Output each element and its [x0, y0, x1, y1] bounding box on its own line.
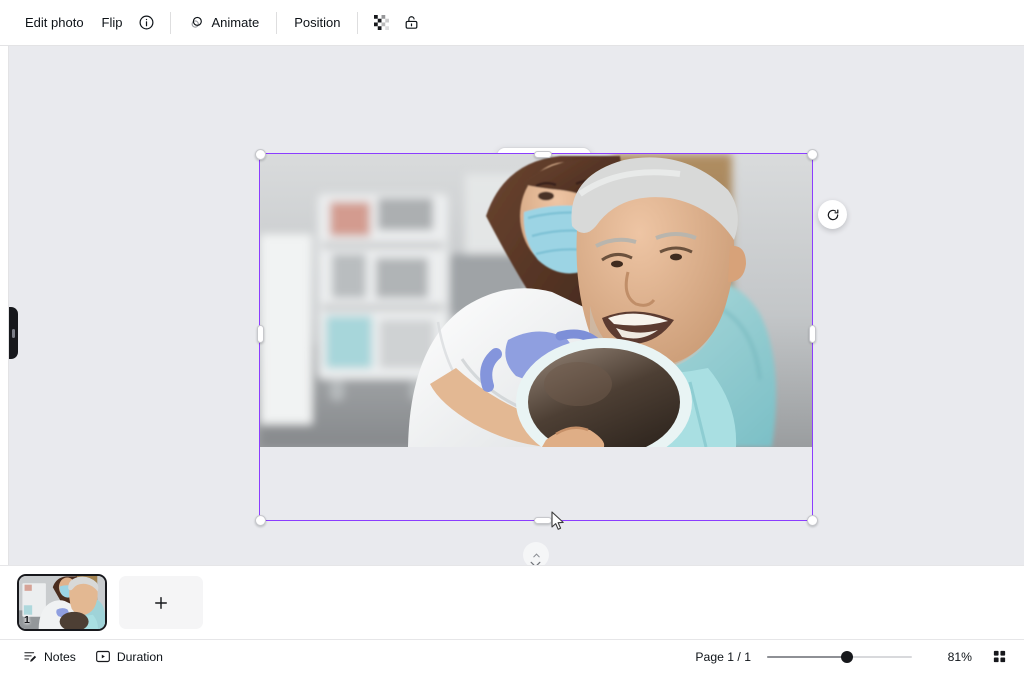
resize-handle-bottom-right[interactable] [807, 515, 818, 526]
resize-handle-top-right[interactable] [807, 149, 818, 160]
notes-label: Notes [44, 650, 76, 664]
flip-button[interactable]: Flip [93, 8, 132, 38]
page-thumbnail-number: 1 [24, 614, 30, 626]
edit-photo-label: Edit photo [25, 15, 84, 30]
resize-handle-top-left[interactable] [255, 149, 266, 160]
top-toolbar: Edit photo Flip Animate Positio [0, 0, 1024, 46]
position-label: Position [294, 15, 340, 30]
grid-view-icon[interactable] [986, 644, 1012, 670]
info-circle-icon[interactable] [132, 8, 162, 38]
bottom-status-bar: Notes Duration Page 1 / 1 81% [0, 639, 1024, 673]
rotate-icon[interactable] [818, 200, 847, 229]
transparency-checkerboard-icon[interactable] [366, 8, 396, 38]
resize-handle-top[interactable] [534, 151, 552, 158]
duration-label: Duration [117, 650, 163, 664]
add-page-button[interactable] [119, 576, 203, 629]
zoom-slider-fill [767, 656, 847, 658]
duration-button[interactable]: Duration [88, 645, 170, 669]
resize-handle-right[interactable] [809, 325, 816, 343]
flip-label: Flip [102, 15, 123, 30]
panel-expand-tab[interactable] [9, 307, 18, 359]
design-canvas[interactable] [0, 46, 1024, 565]
plus-icon [152, 594, 170, 612]
selected-element-frame[interactable] [259, 153, 813, 521]
resize-handle-left[interactable] [257, 325, 264, 343]
position-button[interactable]: Position [285, 8, 349, 38]
dental-clinic-photo[interactable] [260, 154, 812, 447]
bottom-bar-right: Page 1 / 1 81% [695, 644, 1024, 670]
left-rail [0, 46, 9, 565]
bottom-bar-left: Notes Duration [0, 645, 170, 669]
toolbar-divider-3 [357, 12, 358, 34]
zoom-slider-knob[interactable] [841, 651, 853, 663]
animate-label: Animate [212, 15, 260, 30]
toolbar-divider-1 [170, 12, 171, 34]
pages-strip: 1 [0, 565, 1024, 639]
resize-handle-bottom[interactable] [534, 517, 552, 524]
duration-icon [95, 649, 111, 664]
canva-editor-window: Edit photo Flip Animate Positio [0, 0, 1024, 673]
notes-icon [23, 649, 38, 664]
page-indicator: Page 1 / 1 [695, 650, 751, 664]
animate-button[interactable]: Animate [179, 8, 269, 38]
resize-handle-bottom-left[interactable] [255, 515, 266, 526]
notes-button[interactable]: Notes [16, 645, 83, 669]
toolbar-divider-2 [276, 12, 277, 34]
unlocked-padlock-icon[interactable] [396, 8, 426, 38]
edit-photo-button[interactable]: Edit photo [16, 8, 93, 38]
animate-rings-icon [188, 14, 205, 31]
zoom-level-label: 81% [924, 650, 972, 664]
page-thumbnail-1[interactable]: 1 [19, 576, 105, 629]
zoom-slider[interactable] [767, 649, 912, 665]
